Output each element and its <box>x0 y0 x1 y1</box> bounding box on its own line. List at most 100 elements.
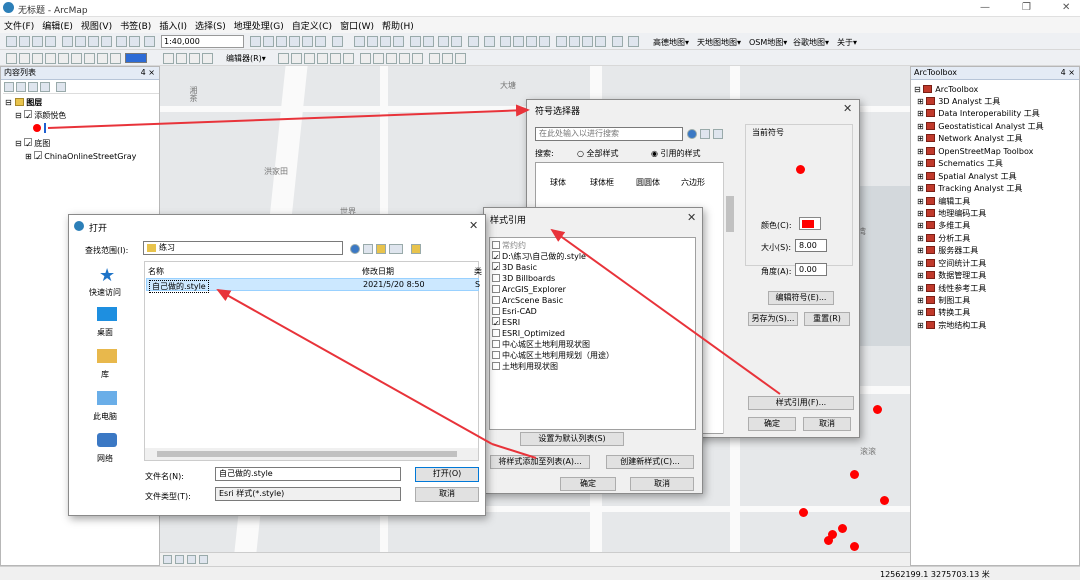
style-cancel-button[interactable]: 取消 <box>630 477 694 491</box>
maximize-button[interactable]: ❐ <box>1022 2 1031 13</box>
symbol-selector-close-button[interactable]: ✕ <box>843 102 852 115</box>
print-icon[interactable] <box>45 36 56 47</box>
look-in-select[interactable]: 练习 <box>143 241 343 255</box>
toc-icon[interactable] <box>263 36 274 47</box>
map-point[interactable] <box>880 496 889 505</box>
bold-icon[interactable] <box>45 53 56 64</box>
data-view-icon[interactable] <box>163 555 172 564</box>
this-pc-icon[interactable] <box>97 391 117 405</box>
text-icon[interactable] <box>19 53 30 64</box>
toc-layer-1[interactable]: ⊟ ✓ 添颜悦色 <box>15 110 66 121</box>
menu-help[interactable]: 帮助(H) <box>378 17 418 34</box>
map-point[interactable] <box>873 405 882 414</box>
open-cancel-button[interactable]: 取消 <box>415 487 479 502</box>
color-swatch[interactable] <box>125 53 147 63</box>
find-route-icon[interactable] <box>569 36 580 47</box>
quick-access-icon[interactable]: ★ <box>99 265 115 286</box>
reshape-icon[interactable] <box>373 53 384 64</box>
file-row[interactable]: 自己做的.style 2021/5/20 8:50 S <box>146 278 480 293</box>
toolbox-item[interactable]: ⊞ 宗地结构工具 <box>917 320 986 331</box>
measure-icon[interactable] <box>595 36 606 47</box>
layer-1-checkbox[interactable]: ✓ <box>24 110 33 121</box>
about-menu[interactable]: 关于▾ <box>837 37 857 48</box>
menu-edit[interactable]: 编辑(E) <box>38 17 77 34</box>
toolbox-item[interactable]: ⊞ 服务器工具 <box>917 245 978 256</box>
refresh-icon[interactable] <box>187 555 196 564</box>
back-icon[interactable] <box>438 36 449 47</box>
toc-pin-close[interactable]: 4 × <box>141 67 155 79</box>
scrollbar-thumb[interactable] <box>726 196 734 232</box>
arcgis-folder-icon[interactable] <box>411 244 421 254</box>
forward-icon[interactable] <box>451 36 462 47</box>
search-go-icon[interactable] <box>687 129 697 139</box>
angle-input[interactable]: 0.00 <box>795 263 827 276</box>
attributes-icon[interactable] <box>429 53 440 64</box>
menu-windows[interactable]: 窗口(W) <box>336 17 378 34</box>
reset-button[interactable]: 重置(R) <box>804 312 850 326</box>
toolbox-item[interactable]: ⊞ OpenStreetMap Toolbox <box>917 146 1033 157</box>
toc-basemap-layer[interactable]: ⊞ ✓ ChinaOnlineStreetGray <box>25 151 136 162</box>
toolbox-item[interactable]: ⊞ 制图工具 <box>917 295 970 306</box>
toolbox-item[interactable]: ⊞ Schematics 工具 <box>917 158 1003 169</box>
options-icon[interactable] <box>56 82 66 92</box>
select-elements-icon[interactable] <box>500 36 511 47</box>
zoom-out-icon[interactable] <box>367 36 378 47</box>
layout-view-icon[interactable] <box>175 555 184 564</box>
create-new-style-button[interactable]: 创建新样式(C)... <box>606 455 694 469</box>
toolbox-item[interactable]: ⊞ Spatial Analyst 工具 <box>917 171 1017 182</box>
style-references-close-button[interactable]: ✕ <box>687 211 696 224</box>
horizontal-scrollbar[interactable] <box>145 448 478 460</box>
italic-icon[interactable] <box>58 53 69 64</box>
symbol-sphere[interactable]: 球体 <box>550 177 566 188</box>
open-icon[interactable] <box>19 36 30 47</box>
size-input[interactable]: 8.00 <box>795 239 827 252</box>
basemap-google[interactable]: 谷歌地图▾ <box>793 37 829 48</box>
select-features-icon[interactable] <box>468 36 479 47</box>
menu-view[interactable]: 视图(V) <box>77 17 116 34</box>
list-by-source-icon[interactable] <box>16 82 26 92</box>
list-by-selection-icon[interactable] <box>40 82 50 92</box>
find-icon[interactable] <box>556 36 567 47</box>
filetype-select[interactable]: Esri 样式(*.style) <box>215 487 401 501</box>
zoom-page-icon[interactable] <box>189 53 200 64</box>
menu-customize[interactable]: 自定义(C) <box>288 17 336 34</box>
toolbox-item[interactable]: ⊞ 编辑工具 <box>917 196 970 207</box>
fill-color-icon[interactable] <box>97 53 108 64</box>
menu-insert[interactable]: 插入(I) <box>155 17 191 34</box>
pause-drawing-icon[interactable] <box>199 555 208 564</box>
places-this-pc[interactable]: 此电脑 <box>93 411 117 422</box>
pan-page-icon[interactable] <box>202 53 213 64</box>
font-icon[interactable] <box>32 53 43 64</box>
open-button[interactable]: 打开(O) <box>415 467 479 482</box>
filename-input[interactable]: 自己做的.style <box>215 467 401 481</box>
identify-icon[interactable] <box>513 36 524 47</box>
cut-polygon-icon[interactable] <box>386 53 397 64</box>
new-icon[interactable] <box>6 36 17 47</box>
basemap-gaode[interactable]: 高德地图▾ <box>653 37 689 48</box>
add-style-to-list-button[interactable]: 将样式添加至列表(A)... <box>490 455 590 469</box>
search-window-icon[interactable] <box>289 36 300 47</box>
toolbox-item[interactable]: ⊞ 多维工具 <box>917 220 970 231</box>
redo-icon[interactable] <box>129 36 140 47</box>
full-extent-icon[interactable] <box>393 36 404 47</box>
edit-annotation-icon[interactable] <box>291 53 302 64</box>
radio-all-styles[interactable]: ○ 全部样式 <box>577 148 619 159</box>
style-references-button[interactable]: 样式引用(F)... <box>748 396 854 410</box>
radio-referenced-styles[interactable]: ◉ 引用的样式 <box>651 148 701 159</box>
editor-menu[interactable]: 编辑器(R)▾ <box>226 53 266 64</box>
underline-icon[interactable] <box>71 53 82 64</box>
symbol-search-input[interactable]: 在此处输入以进行搜索 <box>535 127 683 141</box>
toolbox-item[interactable]: ⊞ Data Interoperability 工具 <box>917 108 1040 119</box>
map-point[interactable] <box>850 470 859 479</box>
toolbox-item[interactable]: ⊞ 地理编码工具 <box>917 208 986 219</box>
close-button[interactable]: ✕ <box>1062 2 1070 13</box>
fixed-zoom-out-icon[interactable] <box>423 36 434 47</box>
python-icon[interactable] <box>315 36 326 47</box>
style-item[interactable]: ArcGIS_Explorer <box>492 284 566 295</box>
toolbox-item[interactable]: ⊞ 空间统计工具 <box>917 258 986 269</box>
style-item[interactable]: 土地利用现状图 <box>492 361 558 372</box>
straight-segment-icon[interactable] <box>304 53 315 64</box>
paste-icon[interactable] <box>88 36 99 47</box>
set-default-list-button[interactable]: 设置为默认列表(S) <box>520 432 624 446</box>
layer-1-symbol[interactable] <box>33 124 41 132</box>
